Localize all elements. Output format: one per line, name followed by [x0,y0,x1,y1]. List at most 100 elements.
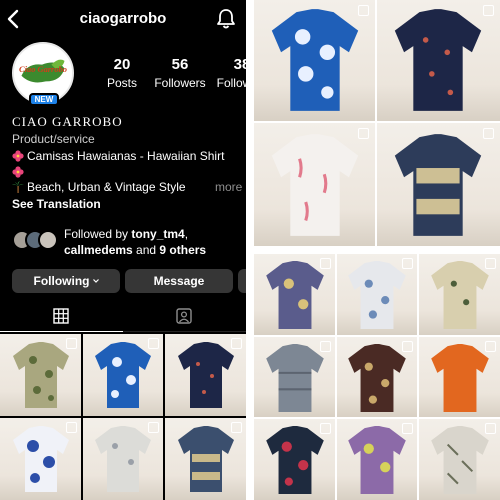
stat-value: 56 [171,56,189,73]
post-thumbnail[interactable] [419,254,500,335]
bio-line: Camisas Hawaianas - Hawaiian Shirt [12,149,224,163]
followed-user[interactable]: callmedems [64,243,133,257]
post-grid-small [254,254,500,500]
suggested-button[interactable] [238,269,246,293]
multi-post-icon [358,128,369,139]
shirt-image [266,344,324,412]
profile-stats: 20 Posts 56 Followers 38 Following [90,56,246,96]
post-thumbnail[interactable] [337,337,417,417]
stat-value: 38 [233,56,246,73]
post-thumbnail[interactable] [377,0,500,121]
shirt-image [394,134,482,236]
post-thumbnail[interactable] [165,418,246,500]
avatar-logo-text: Ciao Garrobo [19,65,67,74]
post-thumbnail[interactable] [254,123,375,246]
chevron-down-icon [92,279,99,283]
post-thumbnail[interactable] [254,419,335,500]
more-link[interactable]: more [215,180,242,194]
stat-label: Followers [154,76,206,90]
post-thumbnail[interactable] [0,334,81,416]
followed-user[interactable]: tony_tm4 [131,227,184,241]
top-bar: ciaogarrobo [0,0,246,38]
following-label: Following [33,274,90,288]
post-thumbnail[interactable] [83,334,163,416]
shirt-image [271,9,359,111]
tab-tagged[interactable] [123,302,246,332]
post-thumbnail[interactable] [377,123,500,246]
followed-by-text[interactable]: Followed by tony_tm4, callmedems and 9 o… [64,226,246,258]
followed-and: and [132,243,160,257]
multi-post-icon [320,258,331,269]
shirt-image [271,134,359,236]
shirt-image [348,261,406,329]
post-thumbnail[interactable] [419,337,500,417]
post-thumbnail[interactable] [165,334,246,416]
multi-post-icon [320,341,331,352]
post-thumbnail[interactable] [83,418,163,500]
multi-post-icon [66,422,77,433]
bio-line [12,165,27,179]
multi-post-icon [358,5,369,16]
multi-post-icon [148,338,159,349]
multi-post-icon [402,423,413,434]
shirt-image [13,426,69,492]
multi-post-icon [231,422,242,433]
new-badge: NEW [29,93,59,106]
following-button[interactable]: Following [12,269,120,293]
multi-post-icon [148,422,159,433]
post-grid [0,334,246,500]
stat-label: Following [216,76,246,90]
post-thumbnail[interactable] [419,419,500,500]
shirt-image [266,261,324,329]
profile-tabs [0,302,246,332]
multi-post-icon [402,258,413,269]
bio-text: Camisas Hawaianas - Hawaiian Shirt [27,149,225,163]
post-grid-large [254,0,500,246]
multi-post-icon [402,341,413,352]
follower-avatar [38,230,58,250]
display-name: CIAO GARROBO [12,114,123,129]
stat-value: 20 [113,56,131,73]
bell-icon[interactable] [216,8,236,30]
multi-post-icon [483,128,494,139]
bio-text: Beach, Urban & Vintage Style [27,180,186,194]
shirt-image [431,261,489,329]
multi-post-icon [66,338,77,349]
post-thumbnail[interactable] [337,419,417,500]
multi-post-icon [485,341,496,352]
hibiscus-icon [12,150,24,162]
shirt-image [348,426,406,494]
stat-following[interactable]: 38 Following [214,56,246,90]
post-thumbnail[interactable] [254,0,375,121]
followed-prefix: Followed by [64,227,132,241]
post-thumbnail[interactable] [254,254,335,335]
multi-post-icon [320,423,331,434]
multi-post-icon [485,258,496,269]
bio-line: Beach, Urban & Vintage Style [12,180,186,194]
post-thumbnail[interactable] [337,254,417,335]
profile-panel: ciaogarrobo Ciao Garrobo NEW 20 Posts 56… [0,0,246,500]
shirt-image [348,344,406,412]
multi-post-icon [485,423,496,434]
followed-others[interactable]: 9 others [159,243,206,257]
stat-posts[interactable]: 20 Posts [94,56,150,90]
follower-avatars[interactable] [12,230,60,252]
post-thumbnail[interactable] [0,418,81,500]
shirt-image [266,426,324,494]
multi-post-icon [231,338,242,349]
shirt-image [394,9,482,111]
see-translation-link[interactable]: See Translation [12,197,101,211]
username-title: ciaogarrobo [79,10,167,27]
shirt-image [431,426,489,494]
message-label: Message [153,274,205,288]
shirt-image [95,426,151,492]
message-button[interactable]: Message [125,269,233,293]
shirt-image [431,344,489,412]
stat-followers[interactable]: 56 Followers [152,56,208,90]
post-thumbnail[interactable] [254,337,335,417]
multi-post-icon [483,5,494,16]
followed-sep: , [184,227,189,241]
tagged-person-icon [176,308,192,324]
tab-grid[interactable] [0,302,123,332]
palm-tree-icon [12,181,24,193]
